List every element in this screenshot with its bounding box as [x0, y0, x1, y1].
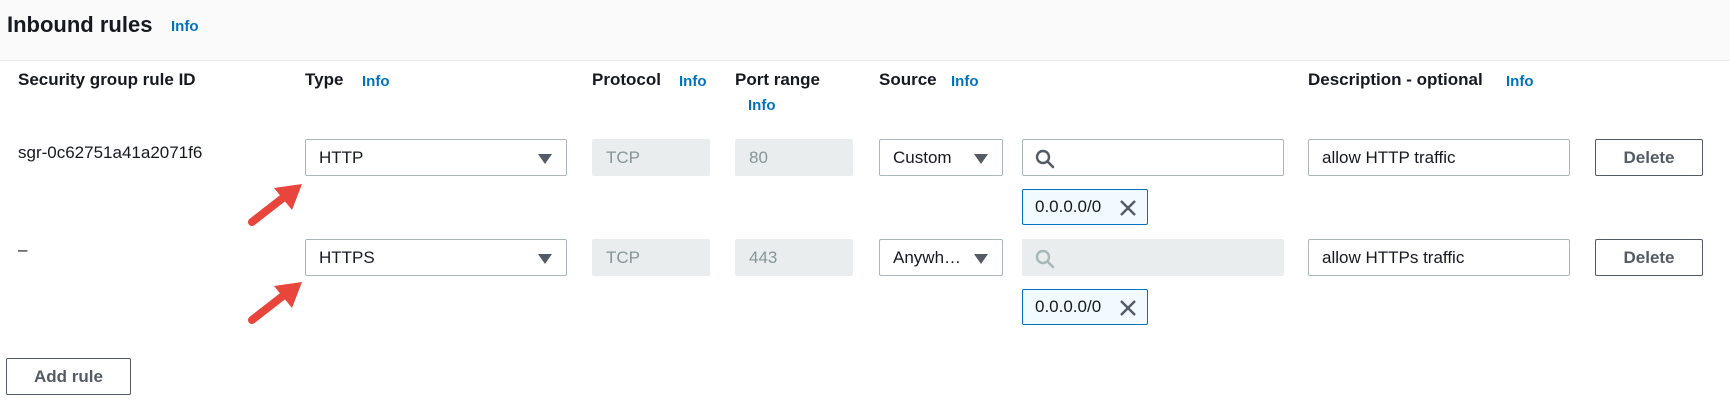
- source-cidr-search-input[interactable]: [1022, 139, 1284, 176]
- annotation-arrow-icon: [248, 282, 302, 324]
- type-select[interactable]: HTTP: [305, 139, 567, 176]
- cidr-token-label: 0.0.0.0/0: [1035, 297, 1102, 316]
- description-info-link[interactable]: Info: [1506, 73, 1534, 90]
- delete-button[interactable]: Delete: [1595, 239, 1703, 276]
- description-input[interactable]: allow HTTP traffic: [1308, 139, 1570, 176]
- caret-down-icon: [974, 154, 988, 164]
- page-title: Inbound rules: [7, 12, 153, 37]
- annotation-arrow-icon: [248, 184, 302, 226]
- rule-id: sgr-0c62751a41a2071f6: [18, 143, 203, 162]
- protocol-info-link[interactable]: Info: [679, 73, 707, 90]
- column-header-source: Source: [879, 70, 937, 89]
- add-rule-button[interactable]: Add rule: [6, 358, 131, 395]
- source-cidr-search-input: [1022, 239, 1284, 276]
- cidr-token: 0.0.0.0/0: [1022, 189, 1148, 225]
- source-select-value: Anywh…: [893, 248, 962, 267]
- search-icon: [1035, 149, 1055, 169]
- type-select-value: HTTPS: [319, 248, 375, 267]
- protocol-field: TCP: [592, 139, 710, 176]
- delete-button[interactable]: Delete: [1595, 139, 1703, 176]
- cidr-token: 0.0.0.0/0: [1022, 289, 1148, 325]
- description-input[interactable]: allow HTTPs traffic: [1308, 239, 1570, 276]
- source-select[interactable]: Custom: [879, 139, 1003, 176]
- type-info-link[interactable]: Info: [362, 73, 390, 90]
- header-info-link[interactable]: Info: [171, 18, 199, 35]
- type-select[interactable]: HTTPS: [305, 239, 567, 276]
- caret-down-icon: [538, 154, 552, 164]
- close-icon[interactable]: [1119, 199, 1137, 217]
- search-icon: [1035, 249, 1055, 269]
- column-header-port-range: Port range: [735, 70, 821, 89]
- port-range-field: 443: [735, 239, 853, 276]
- section-header: Inbound rules Info: [0, 0, 1730, 61]
- cidr-token-label: 0.0.0.0/0: [1035, 197, 1102, 216]
- port-range-field: 80: [735, 139, 853, 176]
- column-header-rule-id: Security group rule ID: [18, 70, 196, 89]
- protocol-field: TCP: [592, 239, 710, 276]
- caret-down-icon: [974, 254, 988, 264]
- column-header-type: Type: [305, 70, 344, 89]
- column-header-protocol: Protocol: [592, 70, 661, 89]
- source-select[interactable]: Anywh…: [879, 239, 1003, 276]
- close-icon[interactable]: [1119, 299, 1137, 317]
- port-range-info-link[interactable]: Info: [748, 97, 776, 114]
- type-select-value: HTTP: [319, 148, 364, 167]
- source-info-link[interactable]: Info: [951, 73, 979, 90]
- column-header-description: Description - optional: [1308, 70, 1483, 89]
- rule-id: –: [18, 240, 28, 259]
- caret-down-icon: [538, 254, 552, 264]
